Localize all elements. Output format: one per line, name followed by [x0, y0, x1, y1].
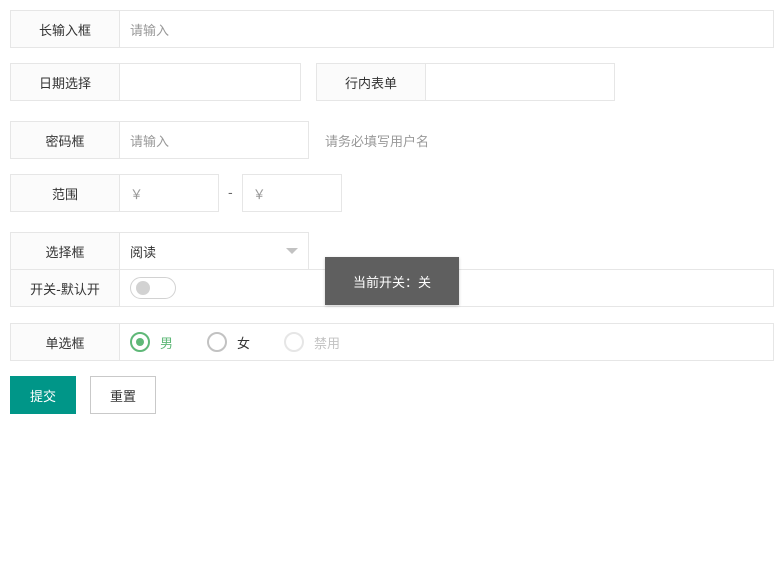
select-label: 选择框 [10, 232, 120, 270]
radio-checked-icon [130, 332, 150, 352]
password-input[interactable]: 请输入 [120, 121, 309, 159]
submit-button[interactable]: 提交 [10, 376, 76, 414]
reset-button[interactable]: 重置 [90, 376, 156, 414]
row-long-input: 长输入框 请输入 [10, 10, 774, 48]
range-min-placeholder: ￥ [130, 187, 144, 203]
password-label: 密码框 [10, 121, 120, 159]
long-input-field[interactable]: 请输入 [120, 10, 774, 48]
radio-unchecked-icon [207, 332, 228, 352]
row-buttons: 提交 重置 [10, 376, 156, 414]
row-radio: 单选框 男 女 禁用 [10, 323, 774, 361]
password-placeholder: 请输入 [130, 134, 170, 150]
row-password: 密码框 请输入 请务必填写用户名 [10, 121, 429, 159]
inline-label: 行内表单 [316, 63, 426, 101]
chevron-down-icon [286, 248, 298, 254]
row-range: 范围 ￥ - ￥ [10, 174, 342, 212]
range-max-input[interactable]: ￥ [241, 174, 342, 212]
switch-knob [136, 281, 150, 295]
long-input-label: 长输入框 [10, 10, 120, 48]
select-value: 阅读 [130, 245, 157, 261]
range-label: 范围 [10, 174, 120, 212]
row-select: 选择框 阅读 [10, 232, 309, 270]
range-max-placeholder: ￥ [252, 187, 266, 203]
password-aux-text: 请务必填写用户名 [325, 134, 430, 150]
range-min-input[interactable]: ￥ [120, 174, 219, 212]
radio-disabled-icon [284, 332, 305, 352]
range-separator: - [228, 185, 233, 201]
switch-toggle[interactable] [130, 277, 176, 299]
date-input[interactable] [120, 63, 301, 101]
switch-label: 开关-默认开 [10, 269, 120, 307]
radio-option-female[interactable]: 女 [207, 332, 250, 352]
radio-group: 男 女 禁用 [120, 323, 774, 361]
radio-option-disabled: 禁用 [284, 332, 340, 352]
inline-input[interactable] [426, 63, 615, 101]
long-input-placeholder: 请输入 [130, 23, 170, 39]
radio-option-label: 禁用 [314, 336, 341, 352]
radio-option-label: 男 [160, 336, 174, 352]
radio-label: 单选框 [10, 323, 120, 361]
radio-option-label: 女 [237, 336, 251, 352]
radio-option-male[interactable]: 男 [130, 332, 173, 352]
row-date-inline: 日期选择 行内表单 [10, 63, 615, 101]
toast-message: 当前开关：关 [325, 257, 459, 305]
select-box[interactable]: 阅读 [120, 232, 309, 270]
date-label: 日期选择 [10, 63, 120, 101]
